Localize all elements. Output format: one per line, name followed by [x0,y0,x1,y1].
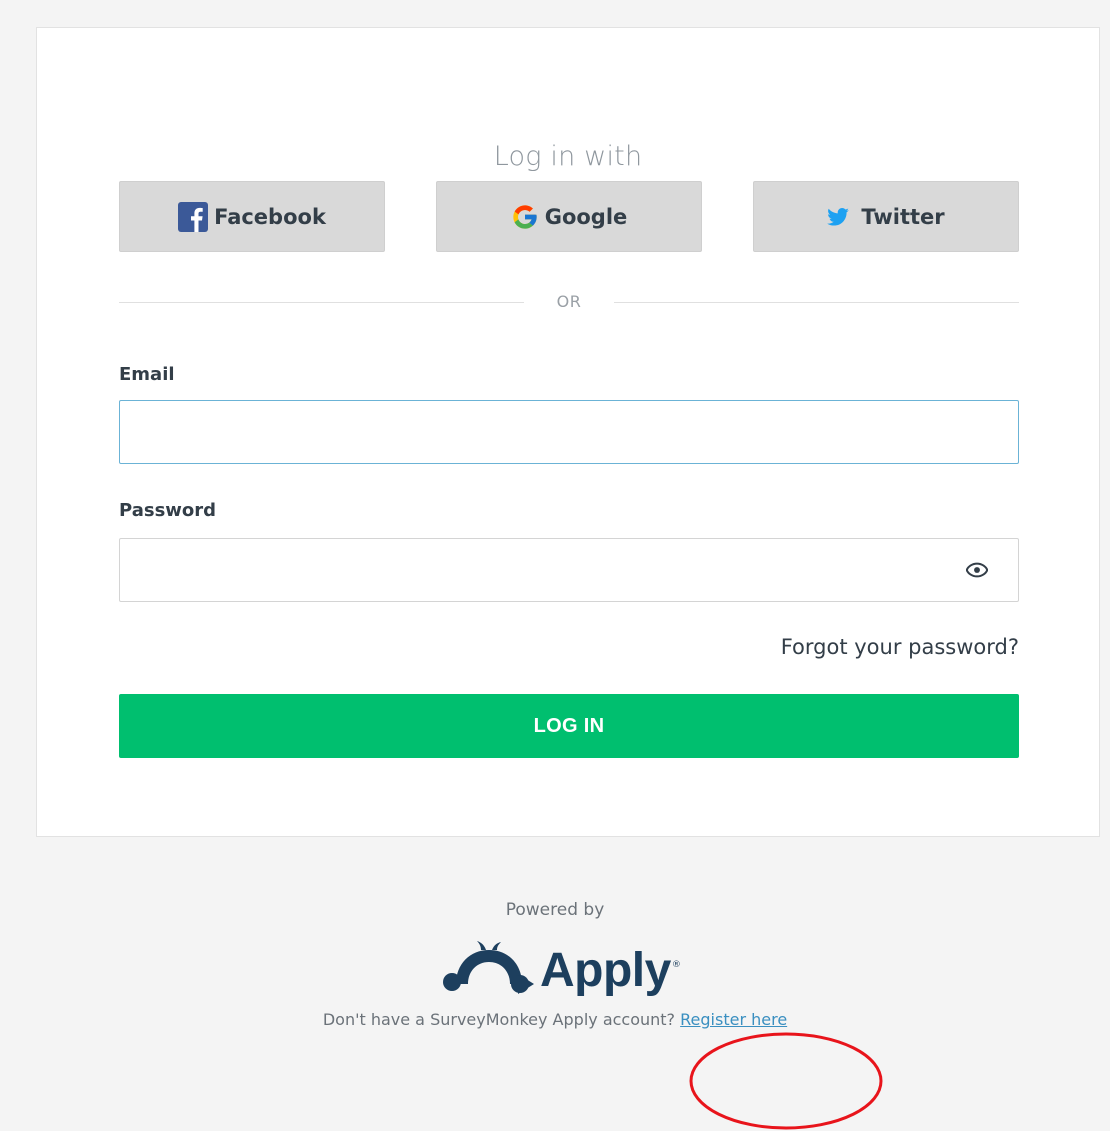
twitter-login-button[interactable]: Twitter [753,181,1019,252]
google-icon [511,203,539,231]
eye-icon[interactable] [965,559,989,581]
or-divider: OR [119,290,1019,314]
google-login-button[interactable]: Google [436,181,702,252]
login-card: Log in with Facebook Google [36,27,1100,837]
password-field[interactable] [119,538,1019,602]
apply-logo: Apply ® [440,940,700,1002]
login-heading: Log in with [37,141,1099,172]
facebook-icon [178,202,208,232]
facebook-login-button[interactable]: Facebook [119,181,385,252]
email-field[interactable] [119,400,1019,464]
forgot-password-link[interactable]: Forgot your password? [781,635,1019,659]
twitter-icon [827,208,849,226]
powered-by-label: Powered by [0,900,1110,920]
divider-line-right [614,302,1019,303]
red-annotation-circle [688,1031,884,1131]
register-link[interactable]: Register here [680,1010,787,1029]
login-button[interactable]: LOG IN [119,694,1019,758]
social-login-row: Facebook Google Twitter [119,181,1019,252]
facebook-label: Facebook [214,205,326,229]
twitter-label: Twitter [861,205,944,229]
google-label: Google [545,205,628,229]
surveymonkey-logo-icon [440,940,536,1002]
email-label: Email [119,364,175,385]
register-prompt: Don't have a SurveyMonkey Apply account?… [0,1010,1110,1029]
password-label: Password [119,500,216,521]
apply-logo-text: Apply [540,947,671,995]
registered-mark: ® [672,960,681,970]
register-prompt-text: Don't have a SurveyMonkey Apply account? [323,1010,675,1029]
